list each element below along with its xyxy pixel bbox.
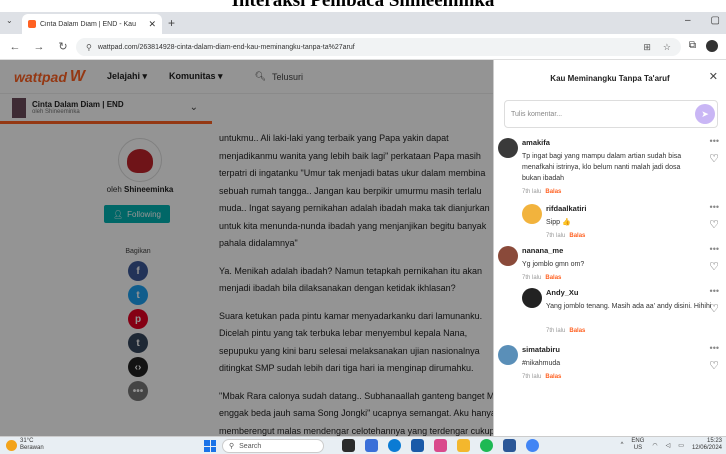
store-icon[interactable] [411, 439, 424, 452]
comment-item: nanana_me Yg jomblo gmn om? 7th lalu Balas •… [498, 244, 719, 287]
heart-icon[interactable]: ♡ [709, 152, 719, 165]
comment-meta: 7th lalu Balas [546, 233, 586, 239]
comment-text: Sipp 👍 [546, 219, 571, 226]
commenter-name[interactable]: rifdaalkatiri [546, 204, 586, 213]
clock[interactable]: 15:23 12/06/2024 [692, 438, 722, 452]
comment-text: Yg jomblo gmn om? [522, 261, 585, 268]
commenter-avatar[interactable] [522, 204, 542, 224]
panel-title: Kau Meminangku Tanpa Ta'aruf [550, 73, 670, 83]
window-controls: – ▢ [685, 15, 720, 26]
commenter-avatar[interactable] [498, 138, 518, 158]
language-indicator[interactable]: ENG US [631, 438, 644, 452]
volume-icon[interactable]: ◁ [666, 442, 671, 449]
reply-link[interactable]: Balas [545, 189, 561, 195]
wattpad-favicon [28, 20, 36, 28]
zoom-icon[interactable] [365, 439, 378, 452]
back-icon[interactable]: ← [8, 41, 22, 53]
taskbar-search[interactable]: ⚲ Search [222, 439, 324, 453]
bookmark-star-icon[interactable]: ☆ [663, 42, 671, 53]
comment-item: simatabiru #nikahmuda 7th lalu Balas ••• ♡ [498, 343, 719, 386]
profile-avatar[interactable] [706, 40, 718, 52]
url-input[interactable]: ⚲ wattpad.com/263814928-cinta-dalam-diam… [76, 38, 681, 56]
comment-placeholder: Tulis komentar... [511, 110, 563, 118]
comment-meta: 7th lalu Balas [522, 189, 562, 195]
more-options-icon[interactable]: ••• [710, 286, 719, 296]
chevron-up-icon[interactable]: ^ [621, 442, 624, 448]
browser-tabbar: ⌄ Cinta Dalam Diam | END - Kau ✕ + – ▢ [0, 12, 726, 34]
browser-tab[interactable]: Cinta Dalam Diam | END - Kau ✕ [22, 14, 162, 34]
reply-link[interactable]: Balas [545, 275, 561, 281]
close-icon[interactable]: ✕ [709, 70, 718, 83]
taskbar: 31°C Berawan ⚲ Search ^ ENG US ◠ ◁ ▭ 15:23 1… [0, 436, 726, 454]
commenter-name[interactable]: simatabiru [522, 345, 560, 354]
comment-item: Andy_Xu Yang jomblo tenang. Masih ada aa'… [522, 286, 719, 340]
restore-icon[interactable]: ▢ [711, 15, 720, 26]
weather-text: Berawan [20, 445, 44, 451]
comments-panel: Kau Meminangku Tanpa Ta'aruf ✕ Tulis kom… [493, 60, 726, 436]
windows-start-icon[interactable] [204, 440, 216, 452]
heart-icon[interactable]: ♡ [709, 260, 719, 273]
more-options-icon[interactable]: ••• [710, 136, 719, 146]
weather-widget[interactable]: 31°C Berawan [6, 438, 44, 452]
chrome-icon[interactable] [526, 439, 539, 452]
comment-item: rifdaalkatiri Sipp 👍 7th lalu Balas ••• ♡ [522, 202, 719, 245]
reply-link[interactable]: Balas [569, 328, 585, 334]
comment-item: amakifa Tp ingat bagi yang mampu dalam ar… [498, 136, 719, 201]
heart-icon[interactable]: ♡ [709, 302, 719, 315]
temperature: 31°C [20, 438, 34, 444]
close-tab-icon[interactable]: ✕ [148, 19, 156, 30]
battery-icon[interactable]: ▭ [678, 442, 684, 449]
caption-title: Interaksi Pembaca Shineeminka [231, 0, 495, 11]
forward-icon[interactable]: → [32, 41, 46, 53]
spotify-icon[interactable] [480, 439, 493, 452]
comment-meta: 7th lalu Balas [522, 374, 562, 380]
app-icon[interactable] [434, 439, 447, 452]
more-options-icon[interactable]: ••• [710, 343, 719, 353]
translate-icon[interactable]: ⊞ [643, 42, 651, 53]
search-icon: ⚲ [229, 443, 235, 450]
commenter-name[interactable]: nanana_me [522, 246, 563, 255]
url-text: wattpad.com/263814928-cinta-dalam-diam-e… [97, 43, 355, 51]
reload-icon[interactable]: ↻ [56, 40, 70, 53]
commenter-name[interactable]: amakifa [522, 138, 550, 147]
comment-text: Tp ingat bagi yang mampu dalam artian su… [522, 153, 682, 182]
comment-input[interactable]: Tulis komentar... ➤ [504, 100, 718, 128]
modal-overlay[interactable] [0, 60, 493, 436]
more-options-icon[interactable]: ••• [710, 202, 719, 212]
sun-icon [6, 439, 17, 451]
extensions-icon[interactable]: ⧉ [689, 40, 696, 52]
word-icon[interactable] [503, 439, 516, 452]
address-bar: ← → ↻ ⚲ wattpad.com/263814928-cinta-dala… [0, 34, 726, 60]
system-tray: ^ ENG US ◠ ◁ ▭ 15:23 12/06/2024 [621, 438, 722, 452]
comment-meta: 7th lalu Balas [522, 275, 562, 281]
comment-text: Yang jomblo tenang. Masih ada aa' andy d… [546, 303, 712, 310]
comment-meta: 7th lalu Balas [546, 328, 586, 334]
commenter-avatar[interactable] [498, 246, 518, 266]
heart-icon[interactable]: ♡ [709, 359, 719, 372]
comment-text: #nikahmuda [522, 360, 561, 367]
more-options-icon[interactable]: ••• [710, 244, 719, 254]
minimize-icon[interactable]: – [685, 15, 691, 26]
new-tab-icon[interactable]: + [168, 16, 175, 30]
commenter-avatar[interactable] [522, 288, 542, 308]
heart-icon[interactable]: ♡ [709, 218, 719, 231]
panel-header: Kau Meminangku Tanpa Ta'aruf ✕ [494, 60, 726, 96]
commenter-name[interactable]: Andy_Xu [546, 288, 579, 297]
pinned-apps [342, 439, 539, 452]
site-info-icon[interactable]: ⚲ [86, 43, 92, 52]
task-view-icon[interactable] [342, 439, 355, 452]
tab-list-icon[interactable]: ⌄ [6, 16, 13, 25]
commenter-avatar[interactable] [498, 345, 518, 365]
reply-link[interactable]: Balas [569, 233, 585, 239]
wifi-icon[interactable]: ◠ [652, 442, 657, 449]
send-icon[interactable]: ➤ [695, 104, 715, 124]
tab-title: Cinta Dalam Diam | END - Kau [40, 20, 136, 28]
screen: Interaksi Pembaca Shineeminka ⌄ Cinta Da… [0, 0, 726, 454]
edge-icon[interactable] [388, 439, 401, 452]
file-explorer-icon[interactable] [457, 439, 470, 452]
reply-link[interactable]: Balas [545, 374, 561, 380]
